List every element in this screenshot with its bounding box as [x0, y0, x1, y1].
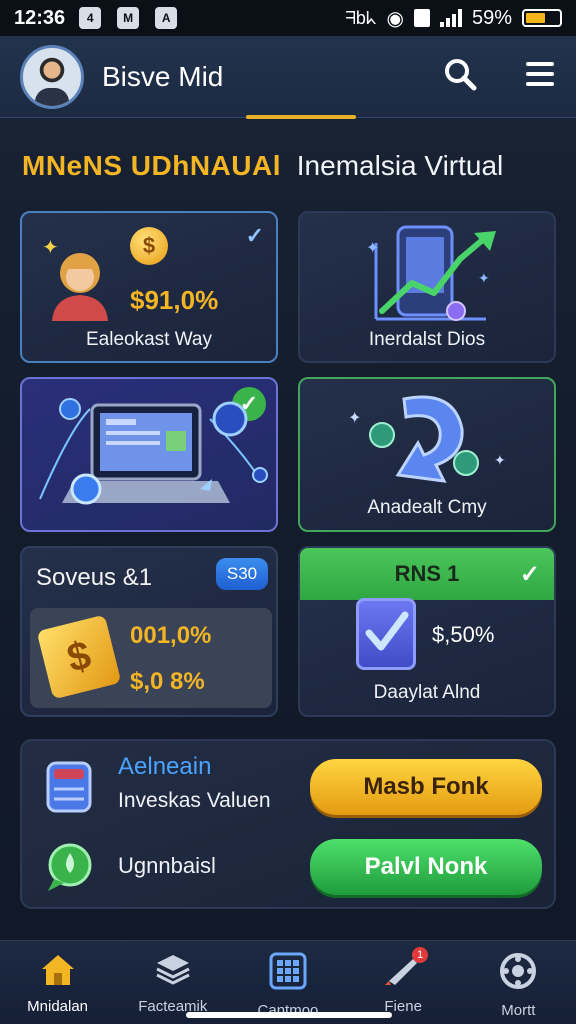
arrow-icon: ✦ ✦ [348, 395, 506, 483]
section-title: MNeNS UDhNAUAl Inemalsia Virtual [22, 150, 503, 182]
trading-chart-icon: ✦ ✦ [366, 225, 496, 321]
menu-icon[interactable] [524, 60, 556, 93]
nav-label-settings: Mortt [501, 1002, 536, 1019]
card5-badge[interactable]: S30 [216, 558, 268, 590]
calculator-icon [268, 952, 308, 995]
card-soveus[interactable]: Soveus &1 S30 $ 001,0% $,0 8% [20, 546, 278, 717]
card6-header-text: RNS 1 [394, 561, 460, 586]
avatar[interactable] [20, 44, 84, 109]
card6-label: Daaylat Alnd [373, 682, 481, 703]
check-icon: ✓ [245, 223, 264, 248]
status-time: 12:36 [14, 6, 66, 29]
card1-label: Ealeokast Way [85, 329, 212, 350]
notification-icon: A [155, 7, 178, 29]
wifi-icon: ◉ [386, 7, 404, 30]
signal-icon [439, 9, 462, 27]
status-bar: 12:36 4 M A ᖷbᖾ ◉ 59% [0, 0, 576, 36]
row1-title: Aelneain [118, 753, 212, 780]
card6-header: RNS 1 ✓ [300, 548, 554, 600]
palvl-nonk-button[interactable]: Palvl Nonk [310, 839, 542, 895]
app-header: Bisve Mid [0, 36, 576, 119]
masb-fonk-button[interactable]: Masb Fonk [310, 759, 542, 815]
card5-inner-panel: $ 001,0% $,0 8% [30, 608, 272, 708]
section-title-highlight: MNeNS UDhNAUAl [22, 150, 281, 181]
actions-panel: Aelneain Inveskas Valuen Masb Fonk Ugnnb… [20, 739, 556, 909]
nav-item-settings[interactable]: Mortt [463, 941, 573, 1019]
card-laptop[interactable]: ✓ [20, 377, 278, 532]
nav-item-home[interactable]: Mnidalan [3, 941, 113, 1015]
home-icon [38, 955, 78, 991]
clipboard-check-icon [356, 598, 416, 670]
card-anadealt[interactable]: ✦ ✦ Anadealt Cmy [298, 377, 556, 532]
nav-item-calculator[interactable]: Cantmoo [233, 941, 343, 1019]
laptop-icon [39, 398, 268, 505]
chat-bubble-icon [44, 841, 94, 891]
card5-value2: $,0 8% [130, 668, 205, 695]
check-icon: ✓ [519, 560, 540, 588]
database-icon [44, 759, 94, 813]
battery-fill [526, 13, 545, 23]
rocket-icon [383, 959, 423, 991]
nav-item-rocket[interactable]: 1 Fiene [348, 941, 458, 1015]
nav-item-stack[interactable]: Facteamik [118, 941, 228, 1015]
nav-label-home: Mnidalan [27, 998, 89, 1015]
person-icon [52, 253, 108, 321]
header-tab-indicator [246, 115, 356, 119]
sim-icon [413, 9, 430, 27]
svg-text:✦: ✦ [366, 238, 379, 257]
card4-label: Anadealt Cmy [367, 497, 487, 518]
home-indicator [186, 1012, 392, 1018]
section-title-rest: Inemalsia Virtual [296, 150, 504, 181]
notification-badge: 1 [412, 947, 429, 963]
battery-icon [522, 9, 562, 27]
svg-text:✦: ✦ [494, 453, 506, 469]
notification-icon: M [117, 7, 140, 29]
card5-value1: 001,0% [130, 622, 212, 649]
coin-icon: $ [130, 227, 168, 265]
svg-text:✦: ✦ [348, 408, 361, 427]
row2-title: Ugnnbaisl [118, 853, 216, 878]
card5-title: Soveus &1 [36, 564, 153, 591]
card-ealeokast[interactable]: ✓ ✦ $ $91,0% Ealeokast Way [20, 211, 278, 363]
row1-subtitle: Inveskas Valuen [118, 789, 271, 812]
notification-icon: 4 [79, 7, 102, 29]
card-rns[interactable]: RNS 1 ✓ $,50% Daaylat Alnd [298, 546, 556, 717]
battery-percent: 59% [471, 6, 512, 29]
cash-icon: $ [36, 614, 122, 700]
settings-icon [498, 953, 538, 995]
search-icon[interactable] [442, 56, 478, 97]
svg-text:✦: ✦ [478, 271, 490, 287]
username: Bisve Mid [102, 60, 224, 92]
header-actions [442, 56, 556, 97]
carrier-text: ᖷbᖾ [345, 7, 377, 28]
card2-label: Inerdalst Dios [368, 329, 486, 350]
status-right: ᖷbᖾ ◉ 59% [345, 6, 562, 31]
card-inerdalst[interactable]: ✦ ✦ Inerdalst Dios [298, 211, 556, 363]
stack-icon [153, 955, 193, 991]
card6-value: $,50% [432, 622, 495, 647]
card1-value: $91,0% [130, 285, 219, 315]
